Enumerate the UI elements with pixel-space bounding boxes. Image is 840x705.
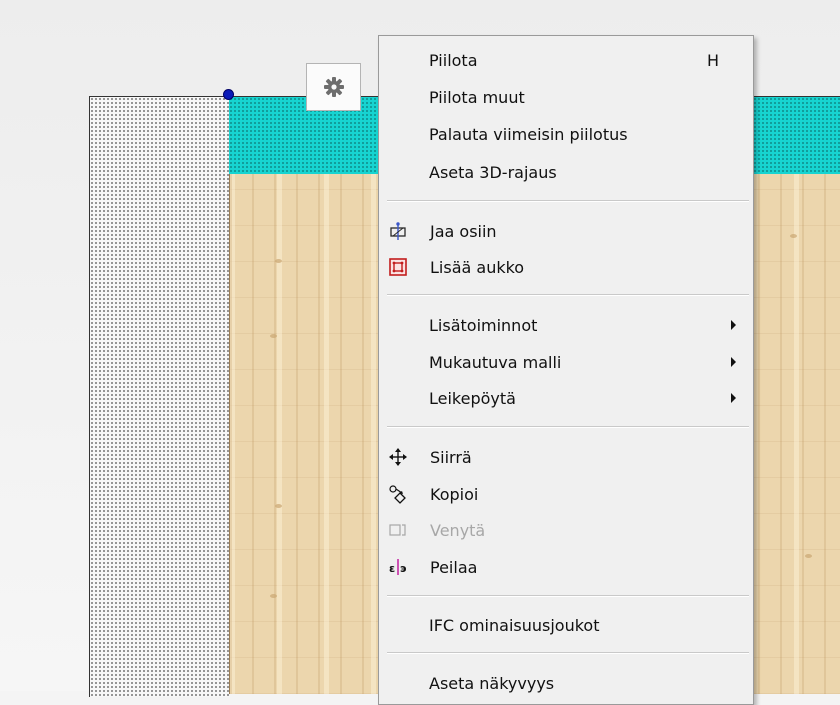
menu-item-label: Leikepöytä bbox=[429, 388, 516, 408]
stretch-icon bbox=[387, 520, 409, 540]
svg-text:э: э bbox=[400, 562, 407, 575]
menu-item-label: Mukautuva malli bbox=[429, 352, 562, 372]
menu-item-label: Aseta 3D-rajaus bbox=[429, 162, 557, 182]
mirror-icon: ɛ э bbox=[387, 557, 409, 577]
menu-item-peilaa[interactable]: ɛ э Peilaa bbox=[379, 550, 753, 584]
settings-button[interactable] bbox=[306, 63, 361, 111]
menu-item-lisaa-aukko[interactable]: Lisää aukko bbox=[379, 250, 753, 284]
menu-item-label: Jaa osiin bbox=[430, 221, 497, 241]
menu-item-aseta-nakyvyys[interactable]: Aseta näkyvyys bbox=[379, 666, 753, 700]
menu-item-lisatoiminnot[interactable]: Lisätoiminnot bbox=[379, 308, 753, 342]
context-menu: Piilota H Piilota muut Palauta viimeisin… bbox=[378, 35, 754, 705]
menu-item-piilota[interactable]: Piilota H bbox=[379, 43, 753, 77]
menu-item-palauta-viimeisin-piilotus[interactable]: Palauta viimeisin piilotus bbox=[379, 117, 753, 151]
menu-separator bbox=[387, 595, 749, 597]
menu-item-label: Piilota muut bbox=[429, 87, 525, 107]
menu-item-venyta: Venytä bbox=[379, 513, 753, 547]
menu-item-label: Siirrä bbox=[430, 447, 472, 467]
menu-item-piilota-muut[interactable]: Piilota muut bbox=[379, 80, 753, 114]
submenu-arrow-icon bbox=[731, 320, 736, 330]
menu-item-label: Peilaa bbox=[430, 557, 478, 577]
move-icon bbox=[387, 447, 409, 467]
menu-item-label: Venytä bbox=[430, 520, 486, 540]
menu-item-label: Piilota bbox=[429, 50, 478, 70]
menu-separator bbox=[387, 652, 749, 654]
menu-item-mukautuva-malli[interactable]: Mukautuva malli bbox=[379, 345, 753, 379]
submenu-arrow-icon bbox=[731, 357, 736, 367]
dotted-wall-element[interactable] bbox=[89, 96, 230, 697]
menu-item-aseta-3d-rajaus[interactable]: Aseta 3D-rajaus bbox=[379, 155, 753, 189]
menu-item-kopioi[interactable]: Kopioi bbox=[379, 477, 753, 511]
menu-item-jaa-osiin[interactable]: Jaa osiin bbox=[379, 214, 753, 248]
gear-icon bbox=[323, 77, 344, 97]
add-opening-icon bbox=[387, 257, 409, 277]
menu-item-label: IFC ominaisuusjoukot bbox=[429, 615, 600, 635]
menu-item-shortcut: H bbox=[707, 50, 720, 70]
menu-item-label: Kopioi bbox=[430, 484, 479, 504]
split-icon bbox=[387, 221, 409, 241]
menu-separator bbox=[387, 294, 749, 296]
menu-separator bbox=[387, 426, 749, 428]
copy-icon bbox=[387, 484, 409, 504]
menu-item-leikepoyta[interactable]: Leikepöytä bbox=[379, 381, 753, 415]
menu-item-ifc-ominaisuusjoukot[interactable]: IFC ominaisuusjoukot bbox=[379, 608, 753, 642]
selection-handle[interactable] bbox=[223, 89, 234, 100]
menu-item-label: Lisätoiminnot bbox=[429, 315, 538, 335]
submenu-arrow-icon bbox=[731, 393, 736, 403]
menu-item-label: Aseta näkyvyys bbox=[429, 673, 555, 693]
menu-item-label: Lisää aukko bbox=[430, 257, 525, 277]
svg-text:ɛ: ɛ bbox=[389, 562, 395, 575]
menu-separator bbox=[387, 200, 749, 202]
menu-item-siirra[interactable]: Siirrä bbox=[379, 440, 753, 474]
menu-item-label: Palauta viimeisin piilotus bbox=[429, 124, 628, 144]
